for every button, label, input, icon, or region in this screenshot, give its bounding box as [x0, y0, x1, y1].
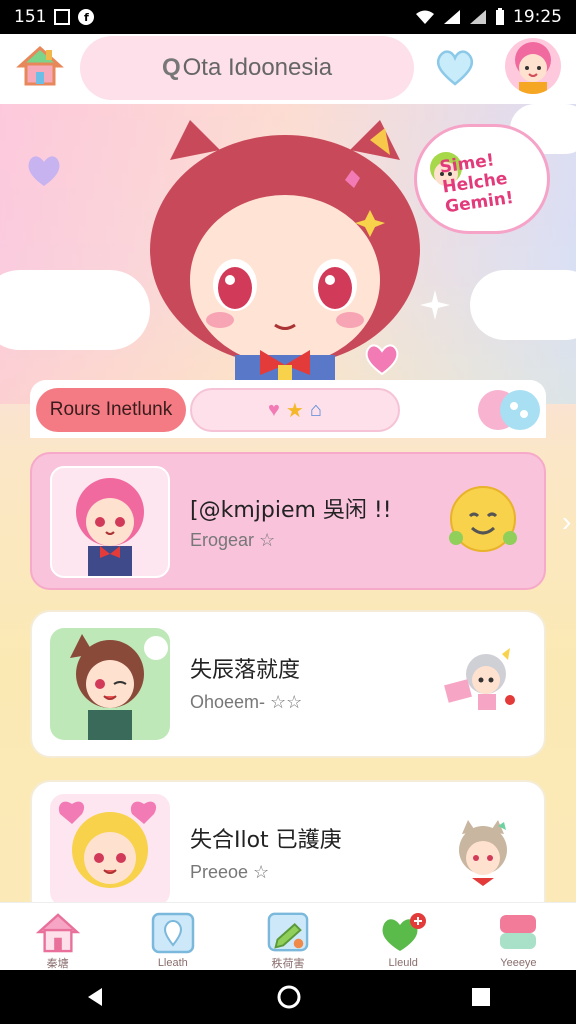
card-title: 失辰落就度 [190, 658, 301, 683]
nav-item-edit[interactable]: 秩荷害 [230, 903, 345, 971]
nav-item-box[interactable]: Yeeeye [461, 903, 576, 971]
heart-sticker-icon [365, 344, 399, 376]
info-notification-icon: f [78, 9, 95, 25]
home-button-icon[interactable] [16, 42, 64, 90]
tab-icons[interactable]: ♥ ★ ⌂ [190, 388, 400, 432]
cloud-left [0, 270, 150, 350]
back-icon[interactable] [84, 985, 108, 1009]
nav-item-location[interactable]: Lleath [115, 903, 230, 971]
nav-item-home[interactable]: 秦塘 [0, 903, 115, 971]
character-pink-icon [76, 478, 144, 576]
home-icon: ⌂ [309, 398, 322, 421]
heart-chat-icon [382, 913, 427, 951]
profile-avatar[interactable] [505, 38, 561, 94]
map-pin-icon [151, 912, 195, 954]
tab-extra-icon[interactable] [474, 384, 544, 434]
favorites-heart-icon[interactable] [432, 44, 478, 90]
gallery-notification-icon [54, 9, 71, 25]
nav-item-chat[interactable]: Lleuld [346, 903, 461, 971]
app-bar: Q Ota Idoonesia [0, 34, 576, 105]
list-item[interactable]: [@kmjpiem 吳闲 !! Erogear ☆ [30, 452, 546, 590]
heart-icon: ♥ [268, 398, 280, 421]
chevron-right-icon[interactable]: › [562, 506, 571, 538]
list-item[interactable]: 失辰落就度 Ohoeem- ☆☆ [30, 610, 546, 758]
box-icon [500, 915, 537, 949]
card-thumbnail [50, 628, 170, 740]
search-icon: Q [161, 54, 181, 81]
character-cat-sticker-icon [459, 820, 507, 886]
nav-label: Lleath [157, 957, 188, 969]
tab-active[interactable]: Rours Inetlunk [36, 388, 186, 432]
home-icon [35, 913, 80, 953]
edit-icon [267, 912, 309, 952]
wifi-icon [416, 10, 434, 24]
card-title: [@kmjpiem 吳闲 !! [190, 498, 392, 523]
search-label: Ota Idoonesia [182, 54, 333, 81]
card-subtitle: Ohoeem- ☆☆ [190, 692, 303, 712]
status-left-text: 151 [14, 7, 47, 27]
bottom-nav: 秦塘 Lleath 秩荷害 Lleuld Yeeeye [0, 902, 576, 971]
nav-label: Yeeeye [500, 957, 537, 969]
nav-label: 秦塘 [46, 958, 69, 970]
character-blonde-icon [58, 801, 157, 888]
nav-label: 秩荷害 [271, 958, 305, 970]
nav-label: Lleuld [388, 957, 418, 969]
status-time: 19:25 [513, 7, 562, 27]
avatar-character-icon [515, 42, 551, 94]
smiley-sticker-icon [449, 486, 517, 552]
character-sticker-icon [444, 648, 515, 710]
card-title: 失合Ilot 已護庚 [190, 828, 342, 853]
signal-icon [444, 10, 460, 24]
search-field[interactable]: Q Ota Idoonesia [80, 36, 414, 100]
character-brown-icon [70, 634, 168, 740]
list-item[interactable]: 失合Ilot 已護庚 Preeoe ☆ [30, 780, 546, 920]
card-thumbnail [50, 466, 170, 578]
card-subtitle: Erogear ☆ [190, 530, 276, 550]
card-subtitle: Preeoe ☆ [190, 862, 270, 882]
cloud-right [470, 270, 576, 340]
recents-icon[interactable] [470, 986, 492, 1008]
card-thumbnail [50, 794, 170, 906]
home-circle-icon[interactable] [276, 984, 302, 1010]
system-nav-bar [0, 970, 576, 1024]
star-icon: ★ [285, 399, 304, 422]
battery-icon [496, 8, 504, 25]
purple-heart-icon [28, 156, 60, 186]
status-bar: 151 f 19:25 [0, 0, 576, 34]
signal-icon-2 [470, 10, 486, 24]
